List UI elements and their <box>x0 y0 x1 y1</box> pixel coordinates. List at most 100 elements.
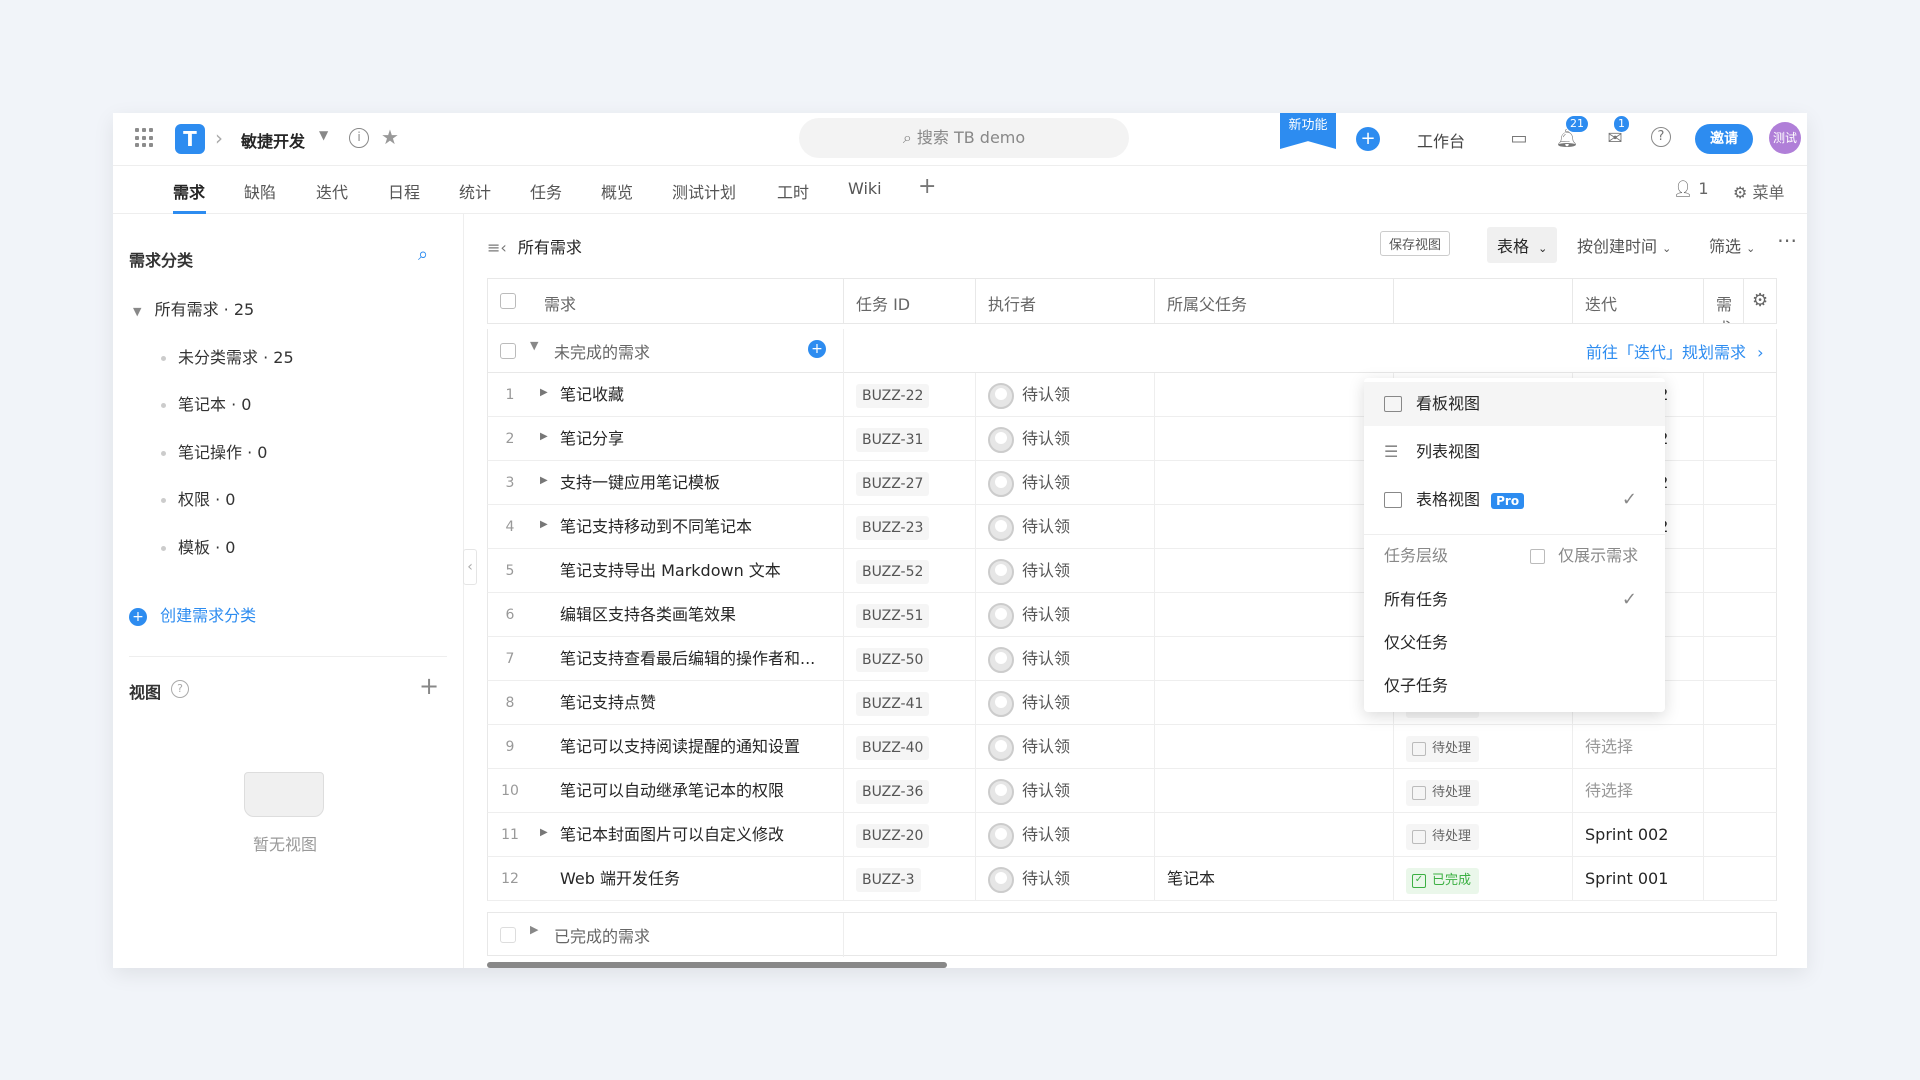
assignee-cell[interactable]: 待认领 <box>975 593 1154 637</box>
search-icon[interactable]: ⌕ <box>418 244 428 265</box>
view-title[interactable]: ≡‹ 所有需求 <box>487 234 582 258</box>
create-category-button[interactable]: + 创建需求分类 <box>129 602 256 626</box>
status-cell[interactable]: ✓ 已完成 <box>1393 857 1572 901</box>
requirement-type-cell[interactable] <box>1703 373 1778 417</box>
assignee-cell[interactable]: 待认领 <box>975 373 1154 417</box>
requirement-type-cell[interactable] <box>1703 549 1778 593</box>
teambition-logo[interactable]: T <box>175 124 205 154</box>
sidebar-item-note-ops[interactable]: 笔记操作 · 0 <box>161 439 267 463</box>
task-id[interactable]: BUZZ-27 <box>856 472 930 496</box>
save-view-button[interactable]: 保存视图 <box>1380 231 1451 256</box>
menu-button[interactable]: ⚙︎ 菜单 <box>1733 179 1784 203</box>
requirement-title[interactable]: 笔记可以自动继承笔记本的权限 <box>548 769 843 813</box>
project-dropdown-icon[interactable]: ▼ <box>319 128 328 142</box>
requirement-type-cell[interactable] <box>1703 505 1778 549</box>
horizontal-scrollbar[interactable] <box>487 962 947 968</box>
requirement-type-cell[interactable] <box>1703 461 1778 505</box>
search-bar[interactable]: ⌕ 搜索 TB demo <box>799 118 1129 158</box>
menu-item-table-view[interactable]: 表格视图 Pro ✓ <box>1364 478 1665 522</box>
only-requirements-toggle[interactable]: 仅展示需求 <box>1530 534 1638 578</box>
col-requirement[interactable]: 需求 <box>532 279 588 323</box>
group-header-complete[interactable]: ▶ 已完成的需求 <box>487 912 1777 957</box>
requirement-title[interactable]: 笔记本封面图片可以自定义修改 <box>548 813 843 857</box>
parent-task-cell[interactable] <box>1154 505 1393 549</box>
members-button[interactable]: 👤︎ 1 <box>1673 179 1709 198</box>
parent-task-cell[interactable] <box>1154 417 1393 461</box>
star-icon[interactable]: ★ <box>381 125 399 149</box>
invite-button[interactable]: 邀请 <box>1695 124 1753 154</box>
col-requirement-type[interactable]: 需求 <box>1703 279 1743 323</box>
assignee-cell[interactable]: 待认领 <box>975 725 1154 769</box>
requirement-title[interactable]: 笔记支持移动到不同笔记本 <box>548 505 843 549</box>
iteration-cell[interactable]: 待选择 <box>1572 725 1703 769</box>
app-grid-icon[interactable] <box>135 128 155 148</box>
parent-task-cell[interactable] <box>1154 637 1393 681</box>
requirement-title[interactable]: 笔记分享 <box>548 417 843 461</box>
requirement-type-cell[interactable] <box>1703 725 1778 769</box>
add-requirement-icon[interactable]: + <box>808 340 826 358</box>
iteration-cell[interactable]: 待选择 <box>1572 769 1703 813</box>
tab-tasks[interactable]: 任务 <box>530 179 562 203</box>
requirement-type-cell[interactable] <box>1703 681 1778 725</box>
assignee-cell[interactable]: 待认领 <box>975 505 1154 549</box>
status-cell[interactable]: 待处理 <box>1393 813 1572 857</box>
collapse-group-icon[interactable]: ▼ <box>530 339 538 352</box>
sidebar-item-templates[interactable]: 模板 · 0 <box>161 534 235 558</box>
task-id[interactable]: BUZZ-22 <box>856 384 930 408</box>
col-task-id[interactable]: 任务 ID <box>843 279 922 323</box>
col-assignee[interactable]: 执行者 <box>975 279 1048 323</box>
status-badge[interactable]: 待处理 <box>1406 824 1480 850</box>
info-icon[interactable]: i <box>349 128 369 148</box>
expand-group-icon[interactable]: ▶ <box>530 923 538 936</box>
task-id[interactable]: BUZZ-36 <box>856 780 930 804</box>
tab-defects[interactable]: 缺陷 <box>244 179 276 203</box>
task-id[interactable]: BUZZ-41 <box>856 692 930 716</box>
sidebar-item-notebook[interactable]: 笔记本 · 0 <box>161 391 251 415</box>
help-icon[interactable]: ? <box>171 680 189 698</box>
iteration-cell[interactable]: Sprint 002 <box>1572 813 1703 857</box>
parent-task-cell[interactable] <box>1154 593 1393 637</box>
parent-task-cell[interactable] <box>1154 769 1393 813</box>
user-avatar[interactable]: 测试 <box>1769 122 1801 154</box>
group-header-incomplete[interactable]: ▼ 未完成的需求 + 前往「迭代」规划需求 › <box>487 329 1777 373</box>
group-checkbox[interactable] <box>500 927 516 943</box>
table-row[interactable]: 11 ▶ 笔记本封面图片可以自定义修改 BUZZ-20 待认领 待处理 Sprint 002 <box>487 813 1777 857</box>
parent-task-cell[interactable] <box>1154 373 1393 417</box>
requirement-title[interactable]: 笔记支持导出 Markdown 文本 <box>548 549 843 593</box>
parent-task-cell[interactable] <box>1154 681 1393 725</box>
sidebar-item-permissions[interactable]: 权限 · 0 <box>161 486 235 510</box>
table-row[interactable]: 10 笔记可以自动继承笔记本的权限 BUZZ-36 待认领 待处理 待选择 <box>487 769 1777 813</box>
menu-item-child-only[interactable]: 仅子任务 <box>1364 664 1665 708</box>
requirement-title[interactable]: 笔记支持点赞 <box>548 681 843 725</box>
tab-iterations[interactable]: 迭代 <box>316 179 348 203</box>
col-iteration[interactable]: 迭代 <box>1572 279 1629 323</box>
task-id[interactable]: BUZZ-52 <box>856 560 930 584</box>
parent-task-cell[interactable] <box>1154 725 1393 769</box>
task-id[interactable]: BUZZ-50 <box>856 648 930 672</box>
new-feature-banner[interactable]: 新功能 <box>1280 113 1336 149</box>
tab-work-hours[interactable]: 工时 <box>777 179 809 203</box>
expand-row-icon[interactable]: ▶ <box>540 519 548 530</box>
status-badge[interactable]: 待处理 <box>1406 736 1480 762</box>
status-badge[interactable]: ✓ 已完成 <box>1406 868 1480 894</box>
task-id[interactable]: BUZZ-20 <box>856 824 930 848</box>
table-row[interactable]: 9 笔记可以支持阅读提醒的通知设置 BUZZ-40 待认领 待处理 待选择 <box>487 725 1777 769</box>
sort-dropdown[interactable]: 按创建时间 ⌄ <box>1577 233 1671 257</box>
help-icon[interactable]: ? <box>1651 127 1671 147</box>
requirement-title[interactable]: Web 端开发任务 <box>548 857 843 901</box>
checkbox[interactable] <box>1530 549 1545 564</box>
add-tab-icon[interactable]: + <box>918 174 936 199</box>
col-parent-task[interactable]: 所属父任务 <box>1154 279 1394 323</box>
expand-row-icon[interactable]: ▶ <box>540 475 548 486</box>
workbench-link[interactable]: 工作台 <box>1417 128 1465 152</box>
tab-test-plan[interactable]: 测试计划 <box>672 179 736 203</box>
assignee-cell[interactable]: 待认领 <box>975 637 1154 681</box>
bell-icon[interactable]: 🔔︎ 21 <box>1555 115 1589 151</box>
menu-item-list-view[interactable]: ☰ 列表视图 <box>1364 430 1665 474</box>
assignee-cell[interactable]: 待认领 <box>975 549 1154 593</box>
assignee-cell[interactable]: 待认领 <box>975 769 1154 813</box>
calendar-icon[interactable]: ▭ <box>1507 127 1531 151</box>
parent-task-cell[interactable]: 笔记本 <box>1154 857 1393 901</box>
tab-schedule[interactable]: 日程 <box>388 179 420 203</box>
column-settings-icon[interactable]: ⚙︎ <box>1743 279 1778 323</box>
